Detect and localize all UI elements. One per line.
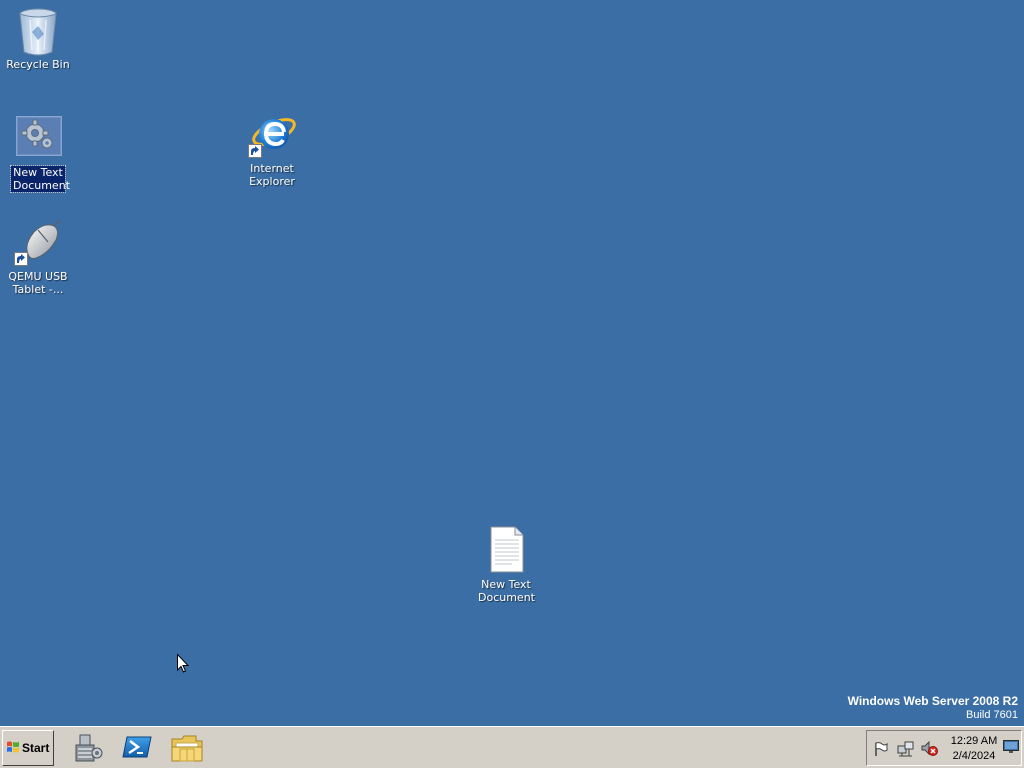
desktop-icon-label: Internet Explorer xyxy=(249,162,295,188)
desktop-icon-new-text-document-selected[interactable]: New Text Document xyxy=(0,114,76,193)
start-button-label: Start xyxy=(22,741,50,755)
internet-explorer-icon xyxy=(248,110,296,158)
usb-tablet-mouse-icon xyxy=(14,218,62,266)
desktop-icon-label: Recycle Bin xyxy=(6,58,70,71)
volume-muted-icon[interactable] xyxy=(921,740,938,757)
shortcut-arrow-icon xyxy=(248,144,262,158)
windows-flag-icon xyxy=(6,740,20,757)
clock-date: 2/4/2024 xyxy=(952,750,996,762)
folder-icon xyxy=(171,735,203,762)
action-center-flag-icon[interactable] xyxy=(873,741,889,757)
start-button[interactable]: Start xyxy=(2,730,54,766)
desktop-icon-new-text-document[interactable]: New Text Document xyxy=(468,526,544,604)
desktop-icon-label: QEMU USB Tablet -... xyxy=(8,270,68,296)
taskbar: Start 12:29 AM 2/4/2024 xyxy=(0,726,1024,768)
gear-settings-icon xyxy=(14,114,62,162)
recycle-bin-icon xyxy=(14,6,62,56)
quick-launch-powershell[interactable] xyxy=(121,731,153,763)
quick-launch-server-manager[interactable] xyxy=(72,731,104,763)
os-build-number: Build 7601 xyxy=(966,709,1018,721)
desktop-icon-label: New Text Document xyxy=(478,578,535,604)
quick-launch-windows-explorer[interactable] xyxy=(170,731,203,763)
mouse-pointer-icon xyxy=(177,653,190,677)
desktop-icon-qemu-usb-tablet[interactable]: QEMU USB Tablet -... xyxy=(0,218,76,296)
os-version-title: Windows Web Server 2008 R2 xyxy=(847,694,1018,708)
desktop-icon-label: New Text Document xyxy=(10,165,70,193)
clock-time: 12:29 AM xyxy=(950,735,998,747)
desktop-icon-recycle-bin[interactable]: Recycle Bin xyxy=(0,6,76,71)
desktop[interactable]: Recycle Bin New Text Document Internet E… xyxy=(0,0,1024,726)
desktop-icon-internet-explorer[interactable]: Internet Explorer xyxy=(234,110,310,188)
server-manager-icon xyxy=(75,734,103,762)
show-desktop-icon[interactable] xyxy=(1003,739,1019,755)
text-document-icon xyxy=(482,526,530,574)
system-tray: 12:29 AM 2/4/2024 xyxy=(866,730,1022,766)
network-icon[interactable] xyxy=(897,741,914,757)
powershell-icon xyxy=(122,736,152,758)
taskbar-clock[interactable]: 12:29 AM 2/4/2024 xyxy=(947,734,1001,764)
os-version-watermark: Windows Web Server 2008 R2 Build 7601 xyxy=(848,694,1018,722)
shortcut-arrow-icon xyxy=(14,252,28,266)
